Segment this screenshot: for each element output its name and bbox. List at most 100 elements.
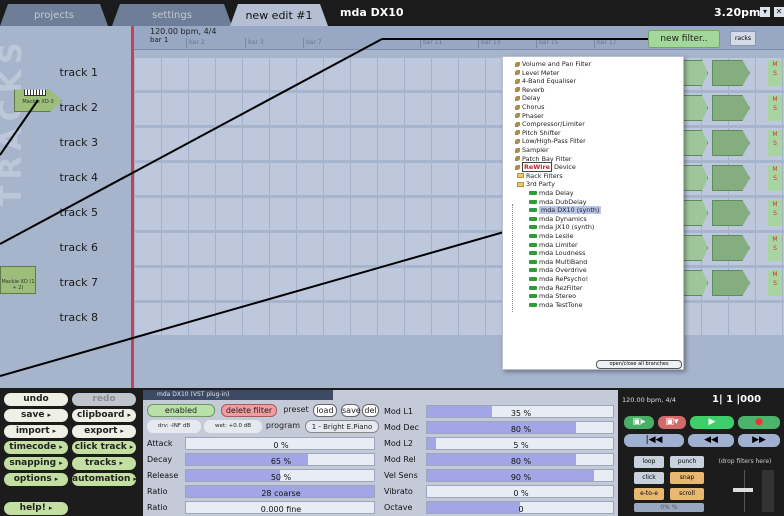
filter-menu-item[interactable]: Sampler: [515, 146, 549, 154]
param-slider[interactable]: 65 %: [185, 453, 375, 466]
transport-tempo[interactable]: 120.00 bpm, 4/4: [622, 396, 676, 404]
options-button[interactable]: options ▸: [4, 473, 68, 486]
save-preset-button[interactable]: save: [341, 404, 361, 417]
click-button[interactable]: click: [634, 472, 664, 484]
punch-button[interactable]: punch: [670, 456, 704, 468]
scroll-button[interactable]: scroll: [670, 488, 704, 500]
filter-menu-item[interactable]: 3rd Party: [517, 180, 555, 188]
tab-projects[interactable]: projects: [0, 4, 108, 26]
track-rack[interactable]: MS: [678, 235, 784, 261]
track-label[interactable]: track 7: [56, 276, 99, 289]
param-slider[interactable]: 0: [426, 501, 614, 514]
mode-a-button[interactable]: ▣▸: [624, 416, 654, 429]
snapping-button[interactable]: snapping ▸: [4, 457, 68, 470]
tracks-button[interactable]: tracks ▸: [72, 457, 136, 470]
snap-button[interactable]: snap: [670, 472, 704, 484]
filter-menu-item[interactable]: mda Stereo: [529, 292, 576, 300]
param-slider[interactable]: 5 %: [426, 437, 614, 450]
track-rack[interactable]: MS: [678, 165, 784, 191]
filter-menu-item[interactable]: mda Limiter: [529, 241, 578, 249]
param-slider[interactable]: 28 coarse: [185, 485, 375, 498]
enabled-toggle[interactable]: enabled: [147, 404, 215, 417]
timecode-button[interactable]: timecode ▸: [4, 441, 68, 454]
track-rack[interactable]: MS: [678, 95, 784, 121]
param-slider[interactable]: 50 %: [185, 469, 375, 482]
filter-menu-item[interactable]: mda JX10 (synth): [529, 223, 594, 231]
filter-menu-item[interactable]: mda MultiBand: [529, 258, 587, 266]
loop-button[interactable]: loop: [634, 456, 664, 468]
track-label[interactable]: track 1: [56, 66, 99, 79]
transport-position[interactable]: 1| 1 |000: [712, 394, 761, 405]
delete-filter-button[interactable]: delete filter: [221, 404, 277, 417]
drive-readout[interactable]: drv: -INF dB: [147, 420, 201, 433]
mode-b-button[interactable]: ▣▾: [658, 416, 686, 429]
track-lane[interactable]: [134, 303, 784, 335]
param-slider[interactable]: 35 %: [426, 405, 614, 418]
filter-menu-item[interactable]: mda DubDelay: [529, 198, 587, 206]
fast-forward-button[interactable]: ▶▶: [738, 434, 780, 447]
filter-menu-item[interactable]: mda TestTone: [529, 301, 583, 309]
filter-menu-item[interactable]: mda Leslie: [529, 232, 573, 240]
filter-menu-item[interactable]: mda RezFilter: [529, 284, 583, 292]
param-slider[interactable]: 90 %: [426, 469, 614, 482]
param-slider[interactable]: 0 %: [426, 485, 614, 498]
filter-menu-item[interactable]: mda DX10 (synth): [529, 206, 602, 215]
minimize-icon[interactable]: ▾: [760, 7, 770, 17]
filter-menu-item[interactable]: Rack Filters: [517, 172, 563, 180]
filter-menu-item[interactable]: mda Dynamics: [529, 215, 587, 223]
redo-button[interactable]: redo: [72, 393, 136, 406]
filter-menu-item[interactable]: mda RePsycho!: [529, 275, 588, 283]
click-track-button[interactable]: click track ▸: [72, 441, 136, 454]
track-label[interactable]: track 6: [56, 241, 99, 254]
filter-menu-item[interactable]: Level Meter: [515, 69, 559, 77]
track-rack[interactable]: MS: [678, 270, 784, 296]
rewind-button[interactable]: ◀◀: [688, 434, 734, 447]
tab-new-edit[interactable]: new edit #1: [230, 4, 328, 26]
undo-button[interactable]: undo: [4, 393, 68, 406]
filter-menu-item[interactable]: Low/High-Pass Filter: [515, 137, 586, 145]
track-label[interactable]: track 5: [56, 206, 99, 219]
track-label[interactable]: track 4: [56, 171, 99, 184]
auto-extend-button[interactable]: e-to-e: [634, 488, 664, 500]
filter-menu-item[interactable]: Delay: [515, 94, 540, 102]
master-fader[interactable]: [733, 470, 762, 512]
param-slider[interactable]: 80 %: [426, 421, 614, 434]
input-device-2[interactable]: Mackie XD (1 + 2): [0, 266, 36, 294]
param-slider[interactable]: 0.000 fine: [185, 501, 375, 514]
tab-settings[interactable]: settings: [112, 4, 232, 26]
track-rack[interactable]: MS: [678, 130, 784, 156]
filter-menu-item[interactable]: mda Delay: [529, 189, 574, 197]
filter-menu-item[interactable]: Compressor/Limiter: [515, 120, 585, 128]
track-rack[interactable]: MS: [678, 200, 784, 226]
help-button[interactable]: help! ▸: [4, 502, 68, 515]
filter-menu-item[interactable]: Phaser: [515, 112, 544, 120]
import-button[interactable]: import ▸: [4, 425, 68, 438]
load-preset-button[interactable]: load: [313, 404, 337, 417]
delete-preset-button[interactable]: del: [362, 404, 379, 417]
wet-readout[interactable]: wet: +0.0 dB: [204, 420, 262, 433]
track-rack[interactable]: MS: [678, 60, 784, 86]
filter-menu-item[interactable]: Volume and Pan Filter: [515, 60, 591, 68]
track-label[interactable]: track 2: [56, 101, 99, 114]
filter-menu-item[interactable]: Reverb: [515, 86, 544, 94]
export-button[interactable]: export ▸: [72, 425, 136, 438]
save-button[interactable]: save ▸: [4, 409, 68, 422]
filter-menu-item[interactable]: mda Overdrive: [529, 266, 587, 274]
param-slider[interactable]: 0 %: [185, 437, 375, 450]
drop-filters-area[interactable]: (drop filters here): [708, 456, 782, 468]
filter-menu-item[interactable]: Pitch Shifter: [515, 129, 561, 137]
close-icon[interactable]: ✕: [774, 7, 784, 17]
play-button[interactable]: ▶: [690, 416, 734, 429]
param-slider[interactable]: 80 %: [426, 453, 614, 466]
program-select[interactable]: 1 - Bright E.Piano: [305, 420, 379, 433]
clipboard-button[interactable]: clipboard ▸: [72, 409, 136, 422]
record-button[interactable]: ●: [738, 416, 780, 429]
toggle-all-branches-button[interactable]: open/close all branches: [596, 360, 682, 369]
automation-button[interactable]: automation ▸: [72, 473, 137, 486]
filter-menu-item[interactable]: 4-Band Equaliser: [515, 77, 576, 85]
filter-menu-item[interactable]: ReWire Device: [515, 162, 576, 173]
filter-menu-item[interactable]: Chorus: [515, 103, 544, 111]
racks-button[interactable]: racks: [730, 31, 756, 46]
rewind-start-button[interactable]: |◀◀: [624, 434, 684, 447]
track-label[interactable]: track 3: [56, 136, 99, 149]
